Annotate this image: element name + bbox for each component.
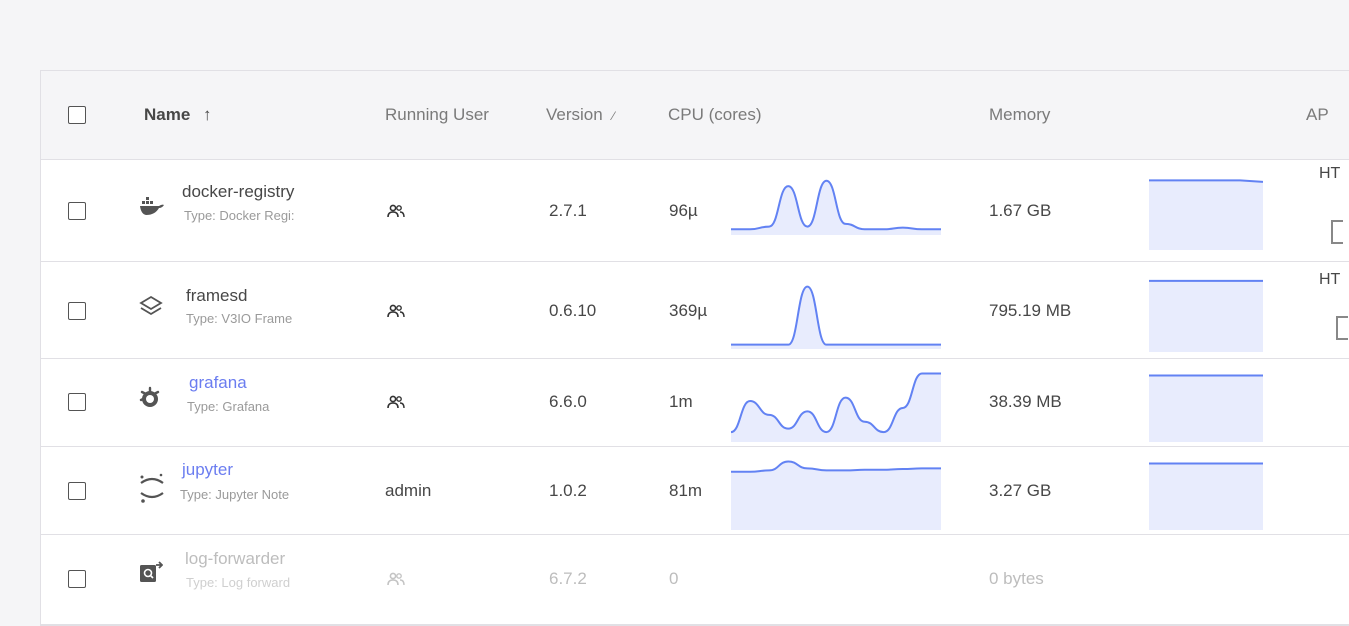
- sort-ascending-icon[interactable]: ↑: [203, 105, 212, 124]
- sort-indicator-icon[interactable]: ⁄: [612, 109, 614, 123]
- memory-sparkline[interactable]: [1149, 367, 1263, 442]
- sparkline-area: [731, 286, 941, 349]
- docker-icon: [140, 197, 164, 215]
- table-row[interactable]: jupyter Type: Jupyter Note admin 1.0.2 8…: [41, 447, 1349, 535]
- memory-value: 3.27 GB: [989, 481, 1052, 500]
- users-icon: [387, 304, 405, 318]
- function-version: 6.7.2: [549, 569, 587, 588]
- row-checkbox[interactable]: [68, 570, 86, 588]
- column-header-name[interactable]: Name ↑: [144, 105, 212, 125]
- function-type: Type: Jupyter Note: [180, 487, 290, 502]
- functions-table: Name ↑ Running User Version ⁄ CPU (cores…: [40, 70, 1349, 626]
- row-checkbox[interactable]: [68, 302, 86, 320]
- column-header-running-user[interactable]: Running User: [385, 105, 489, 125]
- sparkline-area: [731, 373, 941, 442]
- log-forwarder-icon: [140, 561, 163, 582]
- sparkline-area: [1149, 463, 1263, 530]
- api-gateway-icon[interactable]: [1331, 220, 1343, 244]
- function-type: Type: V3IO Frame: [186, 311, 293, 326]
- function-type: Type: Docker Regi:: [184, 208, 295, 223]
- function-type: Type: Grafana: [187, 399, 270, 414]
- function-version: 6.6.0: [549, 392, 587, 411]
- column-header-cpu[interactable]: CPU (cores): [668, 105, 762, 125]
- cpu-value: 1m: [669, 392, 693, 411]
- running-user: admin: [385, 481, 432, 500]
- jupyter-icon: [140, 473, 164, 503]
- functions-page: Name ↑ Running User Version ⁄ CPU (cores…: [0, 0, 1349, 626]
- table-row[interactable]: framesd Type: V3IO Frame 0.6.10 369µ 795…: [41, 262, 1349, 359]
- column-header-version-label: Version: [546, 105, 603, 124]
- sparkline-area: [1149, 280, 1263, 352]
- row-checkbox[interactable]: [68, 482, 86, 500]
- function-name[interactable]: docker-registry: [182, 182, 294, 202]
- memory-sparkline[interactable]: [1149, 170, 1263, 250]
- memory-sparkline[interactable]: [1149, 272, 1263, 352]
- function-name-link[interactable]: jupyter: [182, 460, 233, 480]
- function-name-link[interactable]: grafana: [189, 373, 247, 393]
- column-header-api[interactable]: AP: [1306, 105, 1329, 125]
- memory-value: 0 bytes: [989, 569, 1044, 588]
- function-version: 2.7.1: [549, 201, 587, 220]
- cpu-sparkline[interactable]: [731, 455, 941, 530]
- layers-icon: [139, 295, 163, 316]
- column-header-version[interactable]: Version ⁄: [546, 105, 614, 125]
- table-row[interactable]: log-forwarder Type: Log forward 6.7.2 0 …: [41, 535, 1349, 625]
- function-type: Type: Log forward: [186, 575, 291, 590]
- table-row[interactable]: grafana Type: Grafana 6.6.0 1m 38.39 MB: [41, 359, 1349, 447]
- sparkline-area: [1149, 180, 1263, 250]
- users-icon: [387, 395, 405, 409]
- sparkline-area: [1149, 375, 1263, 442]
- function-name[interactable]: log-forwarder: [185, 549, 285, 569]
- table-header: Name ↑ Running User Version ⁄ CPU (cores…: [41, 71, 1349, 160]
- select-all-checkbox[interactable]: [68, 106, 86, 124]
- row-checkbox[interactable]: [68, 202, 86, 220]
- memory-value: 38.39 MB: [989, 392, 1062, 411]
- users-icon: [387, 204, 405, 218]
- memory-value: 795.19 MB: [989, 301, 1072, 320]
- sparkline-line: [731, 285, 941, 346]
- cpu-sparkline[interactable]: [731, 277, 941, 349]
- table-row[interactable]: docker-registry Type: Docker Regi: 2.7.1…: [41, 160, 1349, 262]
- cpu-sparkline[interactable]: [731, 175, 941, 235]
- api-gateway-label: HT: [1319, 271, 1341, 288]
- function-name[interactable]: framesd: [186, 286, 247, 306]
- cpu-value: 81m: [669, 481, 703, 500]
- cpu-value: 0: [669, 569, 679, 588]
- memory-value: 1.67 GB: [989, 201, 1052, 220]
- users-icon: [387, 572, 405, 586]
- column-header-name-label: Name: [144, 105, 191, 124]
- cpu-sparkline[interactable]: [731, 367, 941, 442]
- grafana-icon: [139, 386, 160, 407]
- cpu-value: 369µ: [669, 301, 708, 320]
- api-gateway-label: HT: [1319, 165, 1341, 182]
- memory-sparkline[interactable]: [1149, 455, 1263, 530]
- function-version: 1.0.2: [549, 481, 587, 500]
- cpu-value: 96µ: [669, 201, 698, 220]
- api-gateway-icon[interactable]: [1336, 316, 1348, 340]
- row-checkbox[interactable]: [68, 393, 86, 411]
- function-version: 0.6.10: [549, 301, 597, 320]
- column-header-memory[interactable]: Memory: [989, 105, 1050, 125]
